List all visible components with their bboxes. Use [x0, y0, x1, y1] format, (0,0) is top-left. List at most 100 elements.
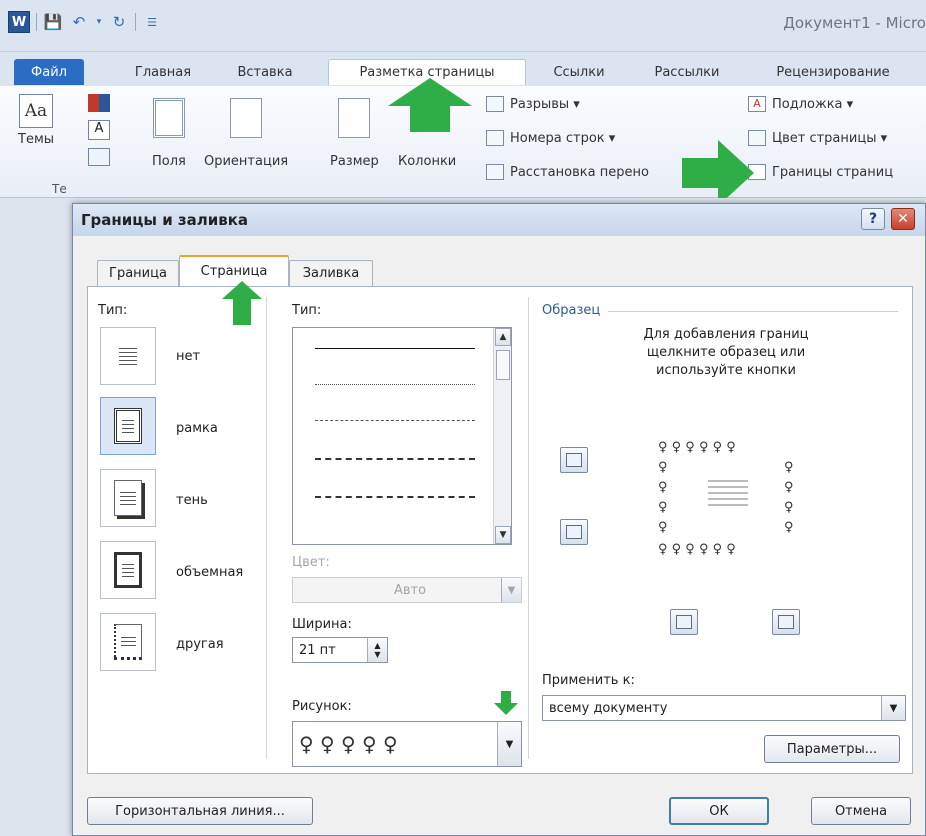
svg-text:♀: ♀ — [784, 460, 794, 475]
watermark-button[interactable]: A Подложка ▾ — [748, 96, 853, 112]
preview-hint-1: Для добавления границ — [643, 327, 809, 342]
line-style-dash-dot[interactable] — [315, 496, 475, 498]
margins-button[interactable]: Поля — [152, 98, 186, 169]
setting-shadow-button[interactable] — [100, 469, 156, 527]
svg-text:♀: ♀ — [784, 500, 794, 515]
setting-none-icon — [114, 338, 142, 374]
tab-file[interactable]: Файл — [14, 59, 84, 85]
svg-text:♀: ♀ — [784, 520, 794, 535]
left-border-button[interactable] — [670, 609, 698, 635]
setting-none-button[interactable] — [100, 327, 156, 385]
art-combobox[interactable]: ♀ ♀ ♀ ♀ ♀ ▼ — [292, 721, 522, 767]
breaks-button[interactable]: Разрывы ▾ — [486, 96, 580, 112]
chevron-down-icon[interactable]: ▼ — [501, 578, 521, 602]
preview-hint-2: щелкните образец или — [646, 345, 806, 360]
setting-box-button[interactable] — [100, 397, 156, 455]
title-bar: W 💾 ↶ ▾ ↻ ☰ Документ1 - Micro — [0, 0, 926, 52]
width-spinner[interactable]: 21 пт ▲ ▼ — [292, 637, 388, 663]
tab-home[interactable]: Главная — [118, 59, 208, 85]
preview-hint-3: используйте кнопки — [656, 363, 796, 378]
chevron-down-icon[interactable]: ▼ — [881, 696, 905, 720]
setting-custom-label[interactable]: другая — [176, 637, 224, 652]
dialog-title: Границы и заливка — [73, 204, 925, 236]
setting-3d-button[interactable] — [100, 541, 156, 599]
arrow-right-icon — [682, 140, 754, 206]
tab-border[interactable]: Граница — [97, 260, 179, 286]
watermark-label: Подложка ▾ — [772, 96, 854, 112]
cancel-button[interactable]: Отмена — [811, 797, 911, 825]
customize-icon[interactable]: ☰ — [142, 12, 162, 32]
svg-text:♀: ♀ — [784, 480, 794, 495]
orientation-button[interactable]: Ориентация — [204, 98, 288, 169]
tab-mailings[interactable]: Рассылки — [640, 59, 734, 85]
theme-fonts-icon[interactable]: A — [88, 120, 110, 140]
redo-icon[interactable]: ↻ — [109, 12, 129, 32]
word-window: W 💾 ↶ ▾ ↻ ☰ Документ1 - Micro Файл Главн… — [0, 0, 926, 836]
preview-page[interactable]: ♀ ♀ ♀ ♀ ♀ ♀ ♀ ♀ ♀ ♀ ♀ ♀ ♀ ♀ ♀ ♀ ♀ ♀ ♀ ♀ — [628, 411, 824, 579]
tab-review[interactable]: Рецензирование — [748, 59, 918, 85]
setting-custom-icon — [114, 624, 142, 660]
spinner-icon[interactable]: ▲ ▼ — [367, 638, 387, 662]
setting-3d-icon — [114, 552, 142, 588]
style-label: Тип: — [292, 303, 322, 318]
line-numbers-button[interactable]: Номера строк ▾ — [486, 130, 615, 146]
margins-icon — [152, 98, 185, 138]
setting-shadow-icon — [114, 480, 142, 516]
theme-colors-icon[interactable] — [88, 94, 110, 112]
quick-access-toolbar: W 💾 ↶ ▾ ↻ ☰ — [8, 10, 162, 34]
themes-button[interactable]: Aa Темы — [18, 94, 54, 147]
separator — [135, 13, 136, 31]
setting-box-label[interactable]: рамка — [176, 421, 218, 436]
separator — [36, 13, 37, 31]
line-numbers-icon — [486, 130, 504, 146]
dropdown-icon[interactable]: ▾ — [95, 12, 103, 32]
tab-panel: Тип: нет рамка тень объемная другая Тип:… — [87, 281, 913, 774]
size-button[interactable]: Размер — [330, 98, 379, 169]
themes-group-label: Те — [52, 182, 67, 196]
ok-button[interactable]: ОК — [669, 797, 769, 825]
chevron-down-icon[interactable]: ▼ — [497, 722, 521, 766]
hyphenation-icon — [486, 164, 504, 180]
apply-combobox[interactable]: всему документу ▼ — [542, 695, 906, 721]
breaks-icon — [486, 96, 504, 112]
page-borders-label: Границы страниц — [772, 164, 894, 180]
hyphenation-button[interactable]: Расстановка перено — [486, 164, 649, 180]
horizontal-line-button[interactable]: Горизонтальная линия... — [87, 797, 313, 825]
preview-border-art: ♀ ♀ ♀ ♀ ♀ ♀ ♀ ♀ ♀ ♀ ♀ ♀ ♀ ♀ ♀ ♀ ♀ ♀ ♀ ♀ — [658, 440, 794, 557]
right-border-button[interactable] — [772, 609, 800, 635]
hyphenation-label: Расстановка перено — [510, 164, 649, 180]
apply-value: всему документу — [549, 700, 668, 716]
setting-custom-button[interactable] — [100, 613, 156, 671]
line-style-list[interactable]: ▲ ▼ — [292, 327, 512, 545]
scroll-up-icon[interactable]: ▲ — [495, 328, 511, 346]
help-button[interactable]: ? — [861, 208, 885, 230]
tab-insert[interactable]: Вставка — [222, 59, 308, 85]
setting-3d-label[interactable]: объемная — [176, 565, 243, 580]
close-button[interactable]: ✕ — [891, 208, 915, 230]
divider — [528, 297, 529, 759]
line-style-dash-small[interactable] — [315, 420, 475, 421]
word-logo-icon[interactable]: W — [8, 11, 30, 33]
setting-shadow-label[interactable]: тень — [176, 493, 208, 508]
line-style-dash[interactable] — [315, 458, 475, 460]
page-color-button[interactable]: Цвет страницы ▾ — [748, 130, 887, 146]
tab-references[interactable]: Ссылки — [540, 59, 618, 85]
line-style-scrollbar[interactable]: ▲ ▼ — [493, 328, 511, 544]
undo-icon[interactable]: ↶ — [69, 12, 89, 32]
svg-text:♀: ♀ — [658, 460, 668, 475]
scroll-down-icon[interactable]: ▼ — [495, 526, 511, 544]
setting-none-label[interactable]: нет — [176, 349, 200, 364]
top-border-button[interactable] — [560, 447, 588, 473]
margins-label: Поля — [152, 154, 186, 169]
color-combobox[interactable]: Авто ▼ — [292, 577, 522, 603]
tab-shading[interactable]: Заливка — [289, 260, 373, 286]
line-style-dotted[interactable] — [315, 384, 475, 385]
save-icon[interactable]: 💾 — [43, 12, 63, 32]
preview-frame-line — [608, 311, 898, 312]
theme-effects-icon[interactable] — [88, 148, 110, 166]
page-borders-button[interactable]: Границы страниц — [748, 164, 893, 180]
bottom-border-button[interactable] — [560, 519, 588, 545]
scroll-thumb[interactable] — [496, 350, 510, 380]
options-button[interactable]: Параметры... — [764, 735, 900, 763]
line-style-solid[interactable] — [315, 348, 475, 349]
